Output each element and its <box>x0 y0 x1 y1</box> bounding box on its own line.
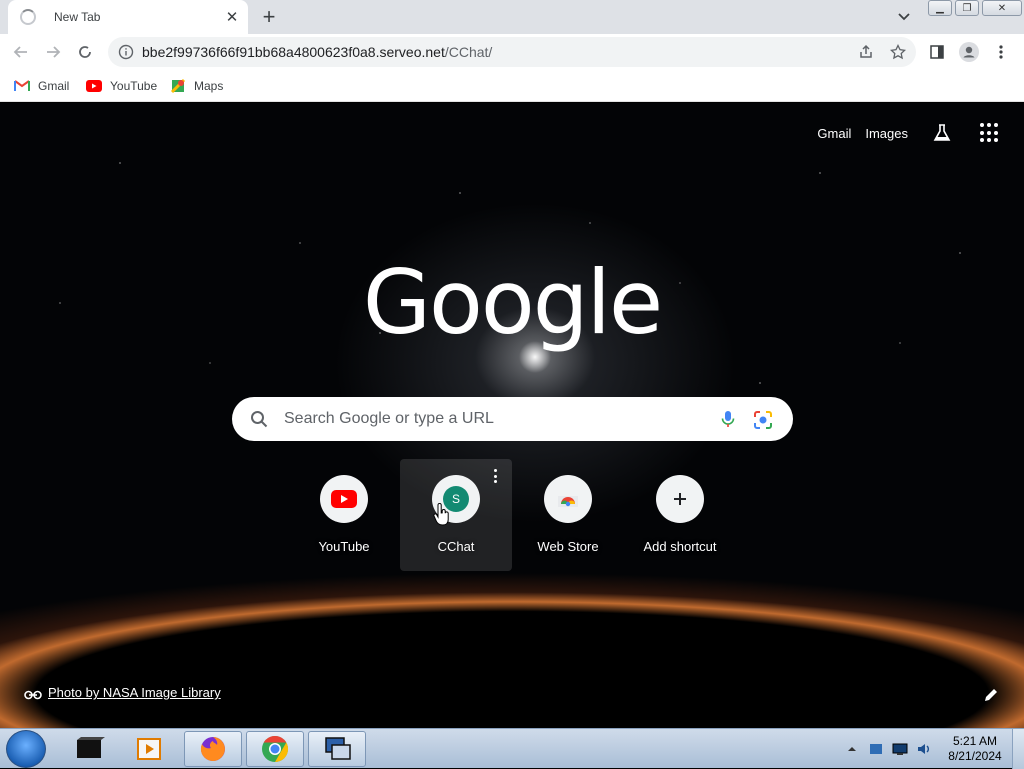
bookmark-label: YouTube <box>110 79 158 93</box>
plus-icon <box>656 475 704 523</box>
labs-flask-icon[interactable] <box>932 123 952 143</box>
start-button-windows-icon[interactable] <box>6 730 46 768</box>
new-tab-page: Gmail Images Google Search Google or typ… <box>0 103 1024 728</box>
restore-button[interactable]: ❐ <box>955 0 979 16</box>
loading-spinner-icon <box>20 9 36 25</box>
taskbar-media-player[interactable] <box>120 731 178 767</box>
url-path: /CChat/ <box>444 44 493 60</box>
attribution-link[interactable]: Photo by NASA Image Library <box>48 685 221 700</box>
shortcut-label: Web Store <box>537 539 599 554</box>
url-host: bbe2f99736f66f91bb68a4800623f0a8.serveo.… <box>142 44 445 60</box>
shortcut-more-menu-icon[interactable] <box>494 469 498 483</box>
window-controls: ▁ ❐ ✕ <box>928 0 1024 18</box>
taskbar-desktop-app[interactable] <box>60 731 118 767</box>
google-lens-icon[interactable] <box>752 409 774 431</box>
address-url: bbe2f99736f66f91bb68a4800623f0a8.serveo.… <box>142 44 492 60</box>
close-window-button[interactable]: ✕ <box>982 0 1022 16</box>
shortcut-web-store[interactable]: Web Store <box>512 459 624 571</box>
voice-search-mic-icon[interactable] <box>718 409 738 429</box>
top-links: Gmail Images <box>803 123 1000 143</box>
taskbar-network-app[interactable] <box>308 731 366 767</box>
bookmark-youtube[interactable]: YouTube <box>86 76 157 96</box>
taskbar-clock[interactable]: 5:21 AM 8/21/2024 <box>940 734 1010 764</box>
system-tray <box>844 729 940 769</box>
address-bar[interactable]: bbe2f99736f66f91bb68a4800623f0a8.serveo.… <box>108 37 916 67</box>
search-placeholder: Search Google or type a URL <box>284 410 494 427</box>
taskbar-chrome[interactable] <box>246 731 304 767</box>
customize-pencil-icon[interactable] <box>982 686 1000 704</box>
tab-close-icon[interactable]: ✕ <box>222 7 242 27</box>
forward-arrow-icon[interactable] <box>42 41 64 63</box>
bookmark-label: Maps <box>194 79 224 93</box>
browser-toolbar: bbe2f99736f66f91bb68a4800623f0a8.serveo.… <box>0 34 1024 70</box>
network-monitor-icon[interactable] <box>892 742 908 756</box>
volume-speaker-icon[interactable] <box>916 742 932 756</box>
share-icon[interactable] <box>855 41 877 63</box>
clock-date: 8/21/2024 <box>948 749 1002 763</box>
side-panel-icon[interactable] <box>926 41 948 63</box>
site-info-icon[interactable] <box>118 44 134 60</box>
shortcut-add[interactable]: Add shortcut <box>624 459 736 571</box>
bookmark-gmail[interactable]: Gmail <box>14 76 69 96</box>
bookmark-star-icon[interactable] <box>887 41 909 63</box>
tab-search-chevron-down-icon[interactable] <box>894 8 914 26</box>
shortcut-label: CChat <box>437 539 475 554</box>
tab-title: New Tab <box>54 10 101 24</box>
tray-expand-chevron-up-icon[interactable] <box>844 742 860 756</box>
search-icon <box>250 410 268 428</box>
bookmark-maps[interactable]: Maps <box>170 76 223 96</box>
taskbar-firefox[interactable] <box>184 731 242 767</box>
chrome-web-store-icon <box>544 475 592 523</box>
youtube-icon <box>320 475 368 523</box>
gmail-icon <box>14 78 30 94</box>
bookmarks-bar: Gmail YouTube Maps <box>0 70 1024 102</box>
tab-new-tab[interactable]: New Tab ✕ <box>8 0 248 34</box>
new-tab-button[interactable]: + <box>256 4 282 29</box>
shortcut-label: YouTube <box>318 539 370 554</box>
clock-time: 5:21 AM <box>952 734 998 748</box>
bookmark-label: Gmail <box>38 79 70 93</box>
profile-avatar-icon[interactable] <box>958 41 980 63</box>
google-logo: Google <box>362 251 663 354</box>
maps-icon <box>170 78 186 94</box>
reload-loading-icon[interactable] <box>74 41 96 63</box>
minimize-button[interactable]: ▁ <box>928 0 952 16</box>
youtube-icon <box>86 78 102 94</box>
photo-attribution[interactable]: Photo by NASA Image Library <box>24 685 221 700</box>
show-desktop-button[interactable] <box>1012 729 1024 769</box>
chrome-menu-icon[interactable] <box>990 41 1012 63</box>
images-link[interactable]: Images <box>865 126 908 141</box>
action-center-flag-icon[interactable] <box>868 742 884 756</box>
back-arrow-icon[interactable] <box>10 41 32 63</box>
shortcut-cchat[interactable]: S CChat <box>400 459 512 571</box>
link-icon <box>24 688 42 699</box>
shortcut-youtube[interactable]: YouTube <box>288 459 400 571</box>
hand-cursor-icon <box>433 502 451 527</box>
gmail-link[interactable]: Gmail <box>817 126 851 141</box>
shortcut-label: Add shortcut <box>643 539 717 554</box>
windows-taskbar: 5:21 AM 8/21/2024 <box>0 728 1024 769</box>
search-box[interactable]: Search Google or type a URL <box>232 397 793 441</box>
shortcut-tiles: YouTube S CChat Web Store Add shortcut <box>288 459 736 571</box>
google-apps-icon[interactable] <box>980 123 1000 143</box>
tab-strip: New Tab ✕ + ▁ ❐ ✕ <box>0 0 1024 34</box>
